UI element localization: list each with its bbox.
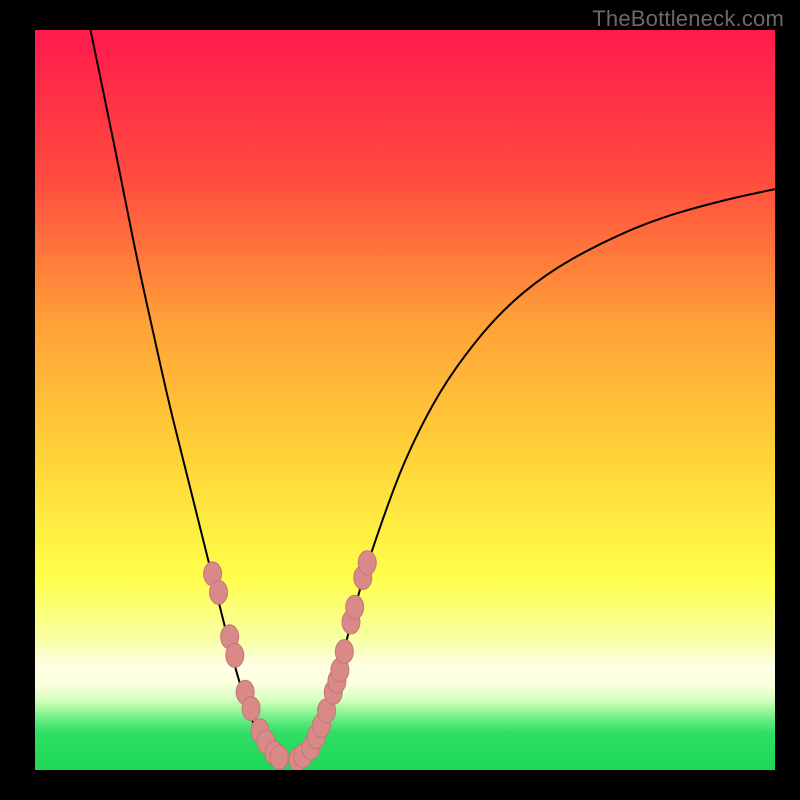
curve-marker: [210, 580, 228, 604]
chart-svg: [35, 30, 775, 770]
curve-marker: [358, 551, 376, 575]
chart-frame: TheBottleneck.com: [0, 0, 800, 800]
gradient-background: [35, 30, 775, 770]
watermark-text: TheBottleneck.com: [592, 6, 784, 32]
curve-marker: [242, 697, 260, 721]
curve-marker: [346, 595, 364, 619]
plot-area: [35, 30, 775, 770]
curve-marker: [270, 745, 288, 769]
curve-marker: [335, 640, 353, 664]
curve-marker: [226, 643, 244, 667]
